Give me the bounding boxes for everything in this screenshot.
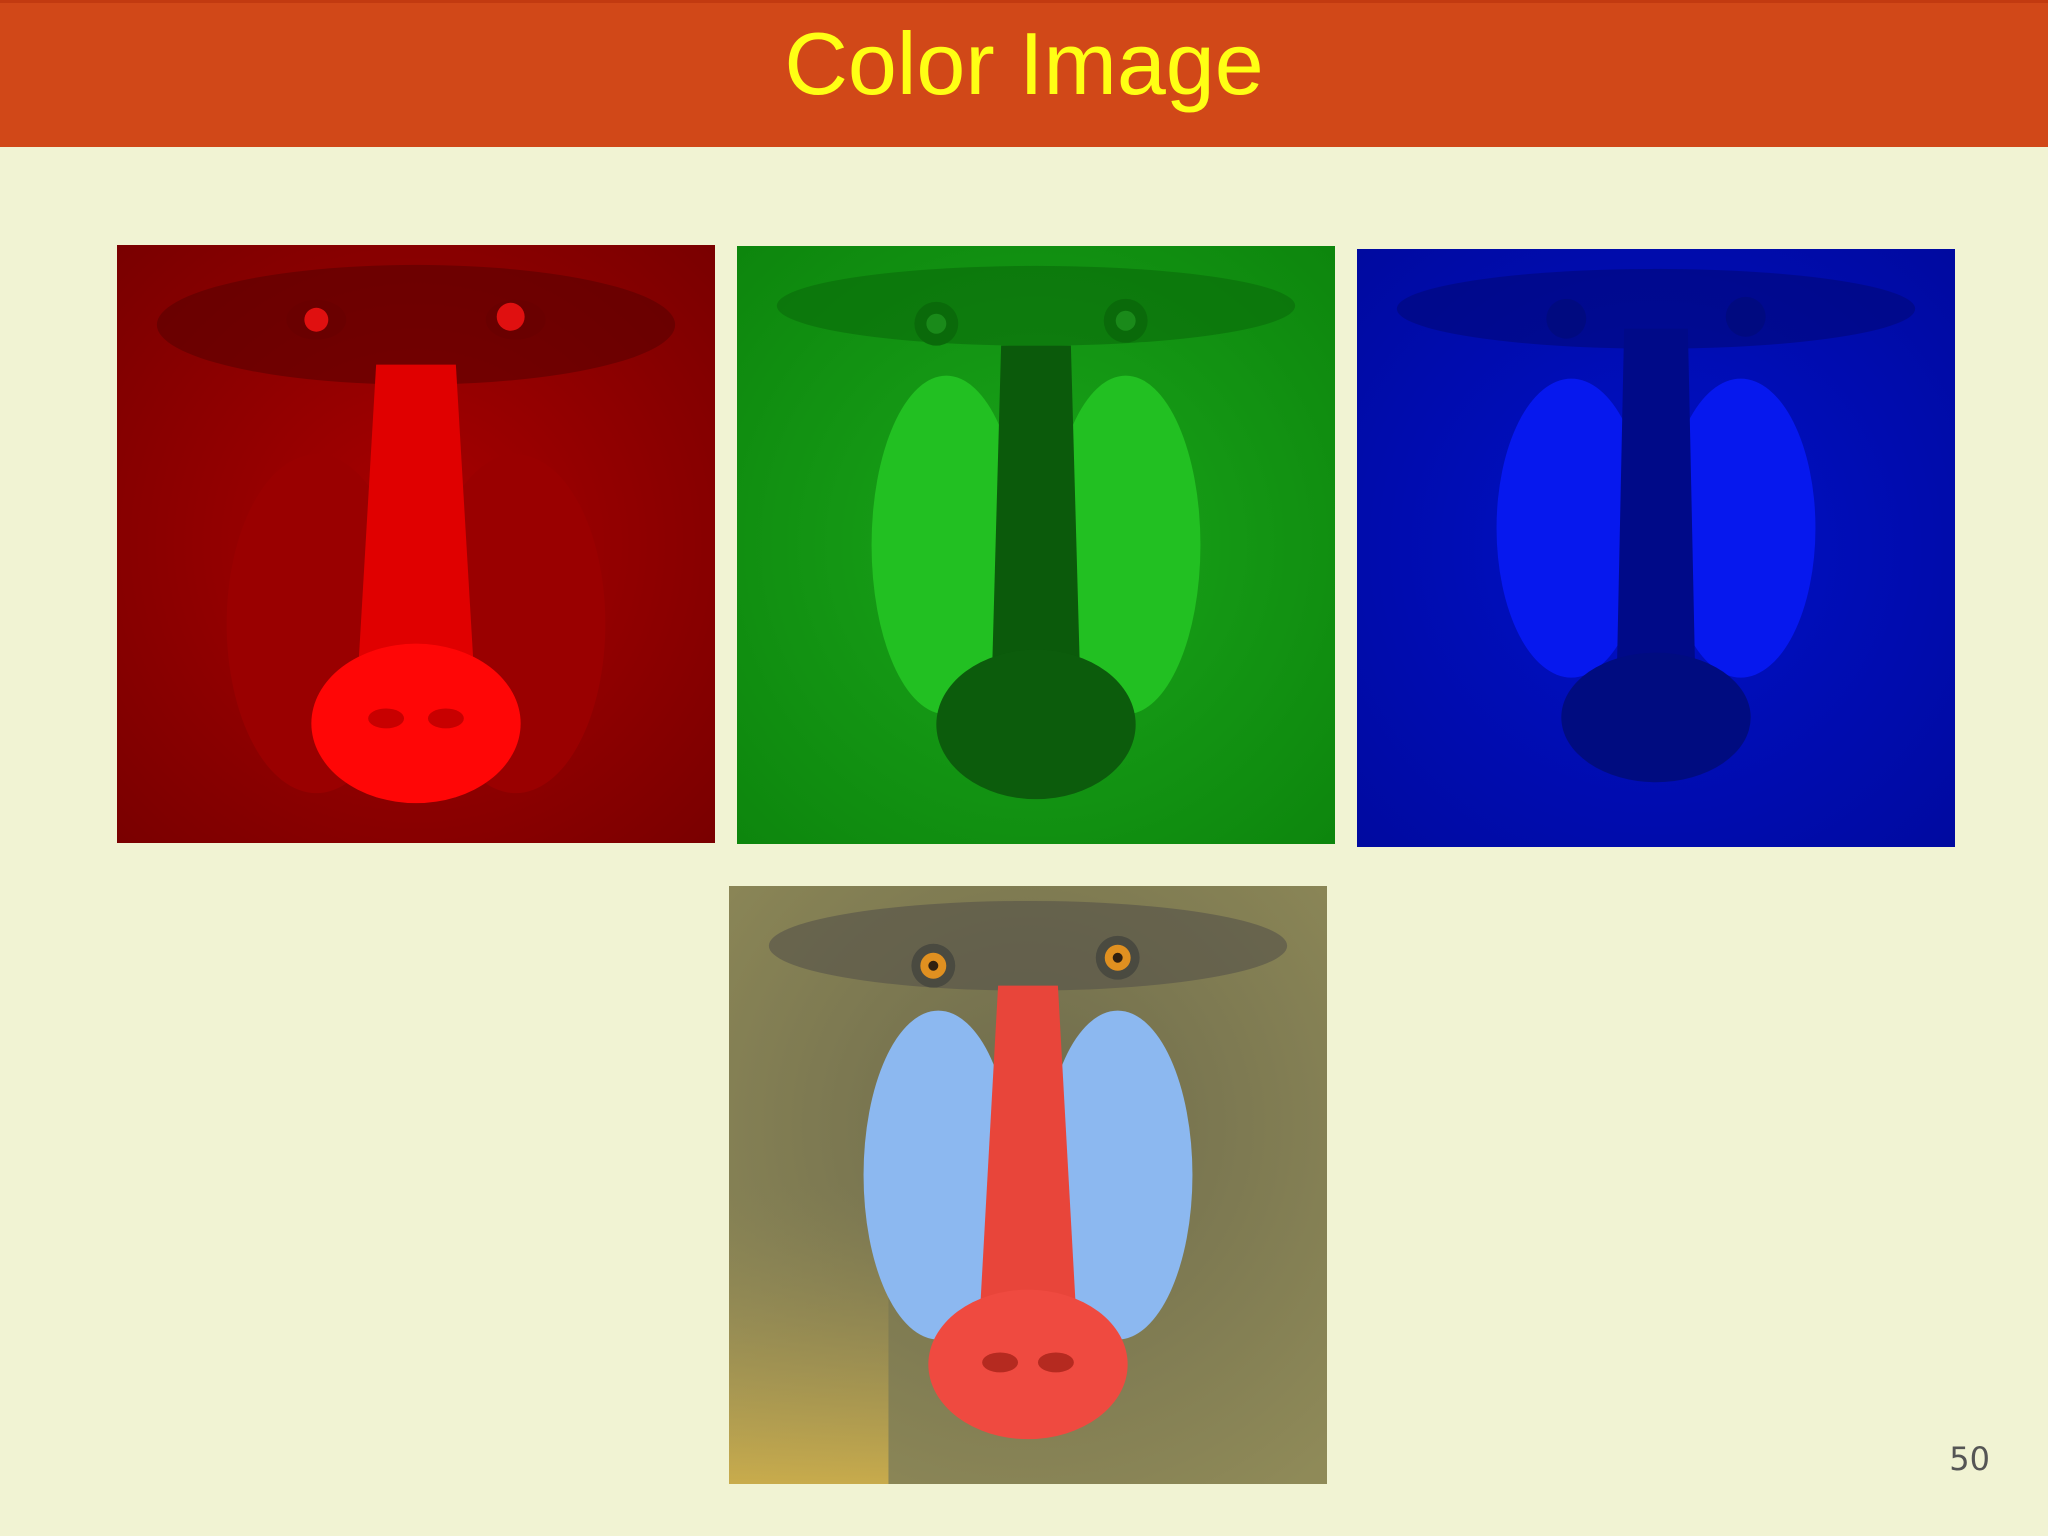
green-channel-image (737, 246, 1335, 844)
title-bar: Color Image (0, 0, 2048, 147)
full-color-image (729, 886, 1327, 1484)
blue-channel-image (1357, 249, 1955, 847)
page-number: 50 (1949, 1440, 1990, 1478)
slide-title: Color Image (784, 14, 1264, 113)
red-channel-image (117, 245, 715, 843)
